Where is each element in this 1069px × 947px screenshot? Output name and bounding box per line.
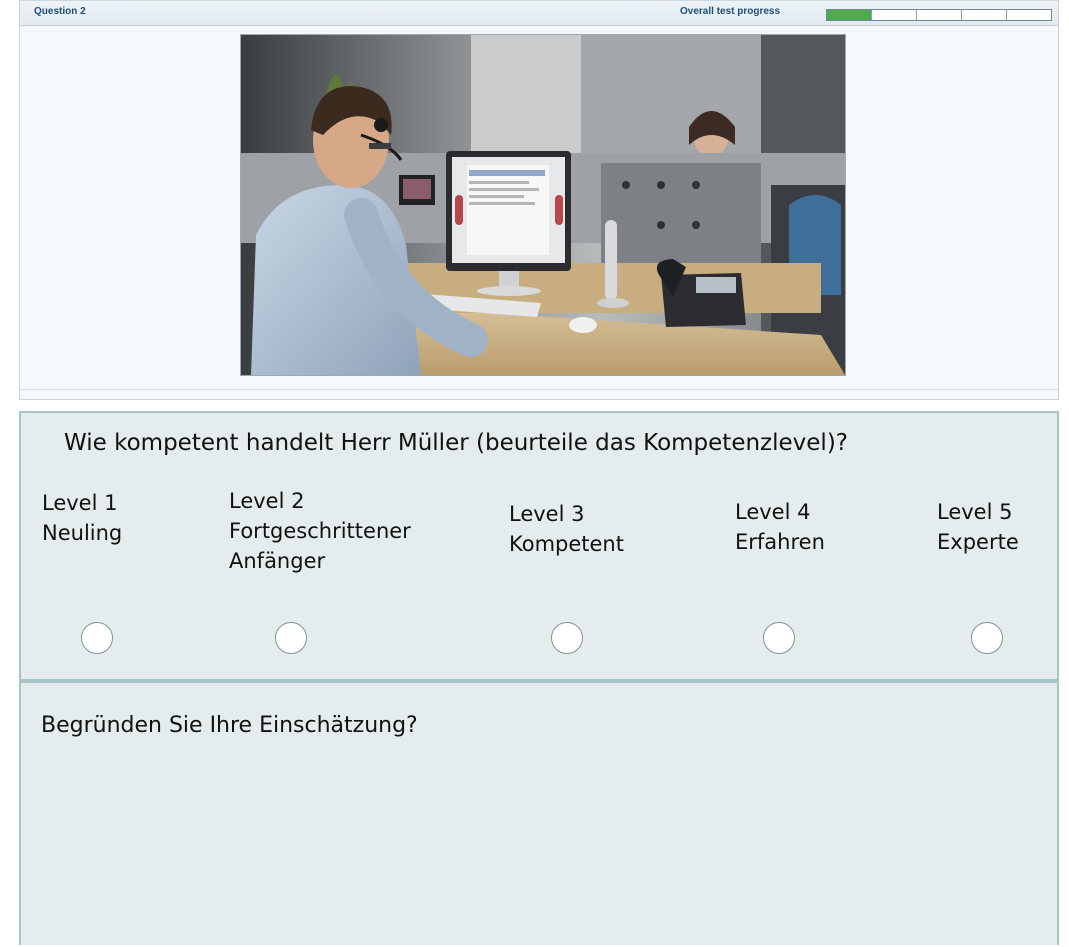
justification-textarea[interactable]	[35, 755, 1045, 947]
level-1-label: Level 1 Neuling	[42, 488, 122, 548]
level-2-label: Level 2 Fortgeschrittener Anfänger	[229, 486, 411, 576]
rating-question: Wie kompetent handelt Herr Müller (beurt…	[64, 430, 848, 456]
level-number: Level 4	[735, 500, 811, 524]
level-5-radio[interactable]	[971, 622, 1003, 654]
level-5-label: Level 5 Experte	[937, 497, 1019, 557]
progress-segment	[917, 10, 962, 20]
level-name: Experte	[937, 530, 1019, 554]
divider	[20, 389, 1058, 390]
progress-segment	[872, 10, 917, 20]
progress-segment	[1007, 10, 1051, 20]
office-headset-photo	[240, 34, 846, 376]
level-name: Fortgeschrittener	[229, 519, 411, 543]
level-3-label: Level 3 Kompetent	[509, 499, 624, 559]
level-name: Neuling	[42, 521, 123, 545]
question-header-bar: Question 2 Overall test progress	[20, 1, 1058, 26]
level-number: Level 5	[937, 500, 1013, 524]
overall-progress-bar	[826, 9, 1052, 21]
level-1-radio[interactable]	[81, 622, 113, 654]
progress-label: Overall test progress	[680, 6, 781, 17]
question-media-panel: Question 2 Overall test progress	[19, 0, 1059, 400]
level-2-radio[interactable]	[275, 622, 307, 654]
level-number: Level 2	[229, 489, 305, 513]
level-name-line-2: Anfänger	[229, 549, 326, 573]
level-name: Erfahren	[735, 530, 825, 554]
question-number: Question 2	[34, 6, 86, 17]
progress-segment	[827, 10, 872, 20]
level-3-radio[interactable]	[551, 622, 583, 654]
justification-label: Begründen Sie Ihre Einschätzung?	[41, 713, 418, 738]
level-number: Level 3	[509, 502, 585, 526]
level-4-radio[interactable]	[763, 622, 795, 654]
progress-segment	[962, 10, 1007, 20]
level-number: Level 1	[42, 491, 118, 515]
level-name: Kompetent	[509, 532, 624, 556]
competence-rating-panel: Wie kompetent handelt Herr Müller (beurt…	[19, 411, 1059, 681]
justification-panel: Begründen Sie Ihre Einschätzung?	[19, 681, 1059, 947]
level-4-label: Level 4 Erfahren	[735, 497, 825, 557]
